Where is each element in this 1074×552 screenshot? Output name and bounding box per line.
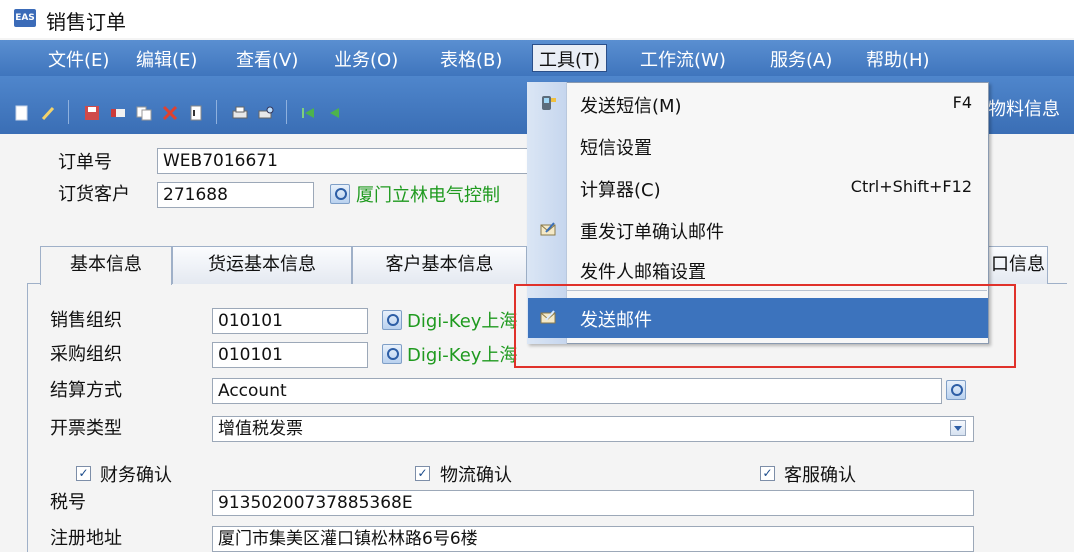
address-label: 注册地址 xyxy=(50,528,122,549)
finance-confirm-checkbox[interactable]: ✓ xyxy=(76,466,91,481)
submit-icon[interactable] xyxy=(110,105,126,121)
logistics-confirm-label: 物流确认 xyxy=(440,465,512,486)
invoice-type-select[interactable]: 增值税发票 xyxy=(212,416,974,442)
customer-code-field[interactable]: 271688 xyxy=(157,182,314,208)
tab-port-info[interactable]: 口信息 xyxy=(988,246,1048,284)
tab-basic-info[interactable]: 基本信息 xyxy=(40,246,172,285)
menu-item-label: 计算器(C) xyxy=(580,180,661,201)
menu-item-label: 重发订单确认邮件 xyxy=(580,222,724,243)
menu-help[interactable]: 帮助(H) xyxy=(866,46,930,72)
menu-bar: 文件(E) 编辑(E) 查看(V) 业务(O) 表格(B) 工具(T) 工作流(… xyxy=(0,40,1074,76)
menu-business[interactable]: 业务(O) xyxy=(334,46,398,72)
menu-table[interactable]: 表格(B) xyxy=(440,46,502,72)
settlement-label: 结算方式 xyxy=(50,380,122,401)
mail-icon xyxy=(540,222,556,236)
menu-edit[interactable]: 编辑(E) xyxy=(136,46,197,72)
toolbar-separator xyxy=(286,100,287,124)
sms-icon xyxy=(542,96,556,110)
tax-no-field[interactable]: 91350200737885368E xyxy=(212,490,974,516)
purchase-org-field[interactable]: 010101 xyxy=(212,342,368,368)
service-confirm-label: 客服确认 xyxy=(784,465,856,486)
copy-icon[interactable] xyxy=(136,105,152,121)
attachment-icon[interactable] xyxy=(188,105,204,121)
window-title: 销售订单 xyxy=(46,10,126,34)
logistics-confirm-checkbox[interactable]: ✓ xyxy=(415,466,430,481)
menu-tools[interactable]: 工具(T) xyxy=(532,44,608,72)
toolbar-separator xyxy=(68,100,69,124)
tax-no-label: 税号 xyxy=(50,492,86,513)
menu-item-calculator[interactable]: 计算器(C) Ctrl+Shift+F12 xyxy=(528,168,988,208)
sales-org-field[interactable]: 010101 xyxy=(212,308,368,334)
delete-icon[interactable] xyxy=(162,105,178,121)
sales-org-lookup-icon[interactable] xyxy=(382,310,402,330)
menu-view[interactable]: 查看(V) xyxy=(236,46,298,72)
previous-record-icon[interactable] xyxy=(326,105,342,121)
title-bar xyxy=(0,0,1074,38)
purchase-org-label: 采购组织 xyxy=(50,344,122,365)
menu-item-resend-confirmation[interactable]: 重发订单确认邮件 xyxy=(528,210,988,250)
app-logo-icon: EAS xyxy=(14,9,36,27)
menu-item-send-sms[interactable]: 发送短信(M) F4 xyxy=(528,84,988,124)
highlight-annotation-box xyxy=(514,284,1016,368)
menu-item-label: 发件人邮箱设置 xyxy=(580,262,706,283)
print-preview-icon[interactable] xyxy=(258,105,274,121)
menu-service[interactable]: 服务(A) xyxy=(770,46,832,72)
menu-item-shortcut: F4 xyxy=(952,93,972,112)
menu-item-sms-settings[interactable]: 短信设置 xyxy=(528,126,988,166)
sales-org-name: Digi-Key上海 xyxy=(407,311,518,332)
purchase-org-lookup-icon[interactable] xyxy=(382,344,402,364)
tab-customer-info[interactable]: 客户基本信息 xyxy=(352,246,527,284)
customer-label: 订货客户 xyxy=(58,184,130,205)
service-confirm-checkbox[interactable]: ✓ xyxy=(760,466,775,481)
order-no-field[interactable]: WEB7016671 xyxy=(157,148,537,174)
menu-item-shortcut: Ctrl+Shift+F12 xyxy=(850,177,972,196)
chevron-down-icon[interactable] xyxy=(950,420,966,436)
finance-confirm-label: 财务确认 xyxy=(100,465,172,486)
menu-file[interactable]: 文件(E) xyxy=(48,46,109,72)
menu-item-label: 短信设置 xyxy=(580,138,652,159)
new-icon[interactable] xyxy=(14,105,30,121)
tab-shipping-info[interactable]: 货运基本信息 xyxy=(172,246,352,284)
toolbar-material-info[interactable]: 物料信息 xyxy=(988,95,1060,121)
settlement-field[interactable]: Account xyxy=(212,378,942,404)
customer-lookup-icon[interactable] xyxy=(330,184,350,204)
settlement-lookup-icon[interactable] xyxy=(946,380,966,400)
customer-name: 厦门立林电气控制 xyxy=(356,185,500,206)
sales-org-label: 销售组织 xyxy=(50,310,122,331)
print-icon[interactable] xyxy=(232,105,248,121)
toolbar-separator xyxy=(216,100,217,124)
save-icon[interactable] xyxy=(84,105,100,121)
purchase-org-name: Digi-Key上海 xyxy=(407,345,518,366)
edit-icon[interactable] xyxy=(40,105,56,121)
invoice-type-label: 开票类型 xyxy=(50,418,122,439)
order-no-label: 订单号 xyxy=(58,152,112,173)
first-record-icon[interactable] xyxy=(300,105,316,121)
menu-workflow[interactable]: 工作流(W) xyxy=(640,46,726,72)
menu-item-label: 发送短信(M) xyxy=(580,96,682,117)
address-field[interactable]: 厦门市集美区灌口镇松林路6号6楼 xyxy=(212,526,974,552)
